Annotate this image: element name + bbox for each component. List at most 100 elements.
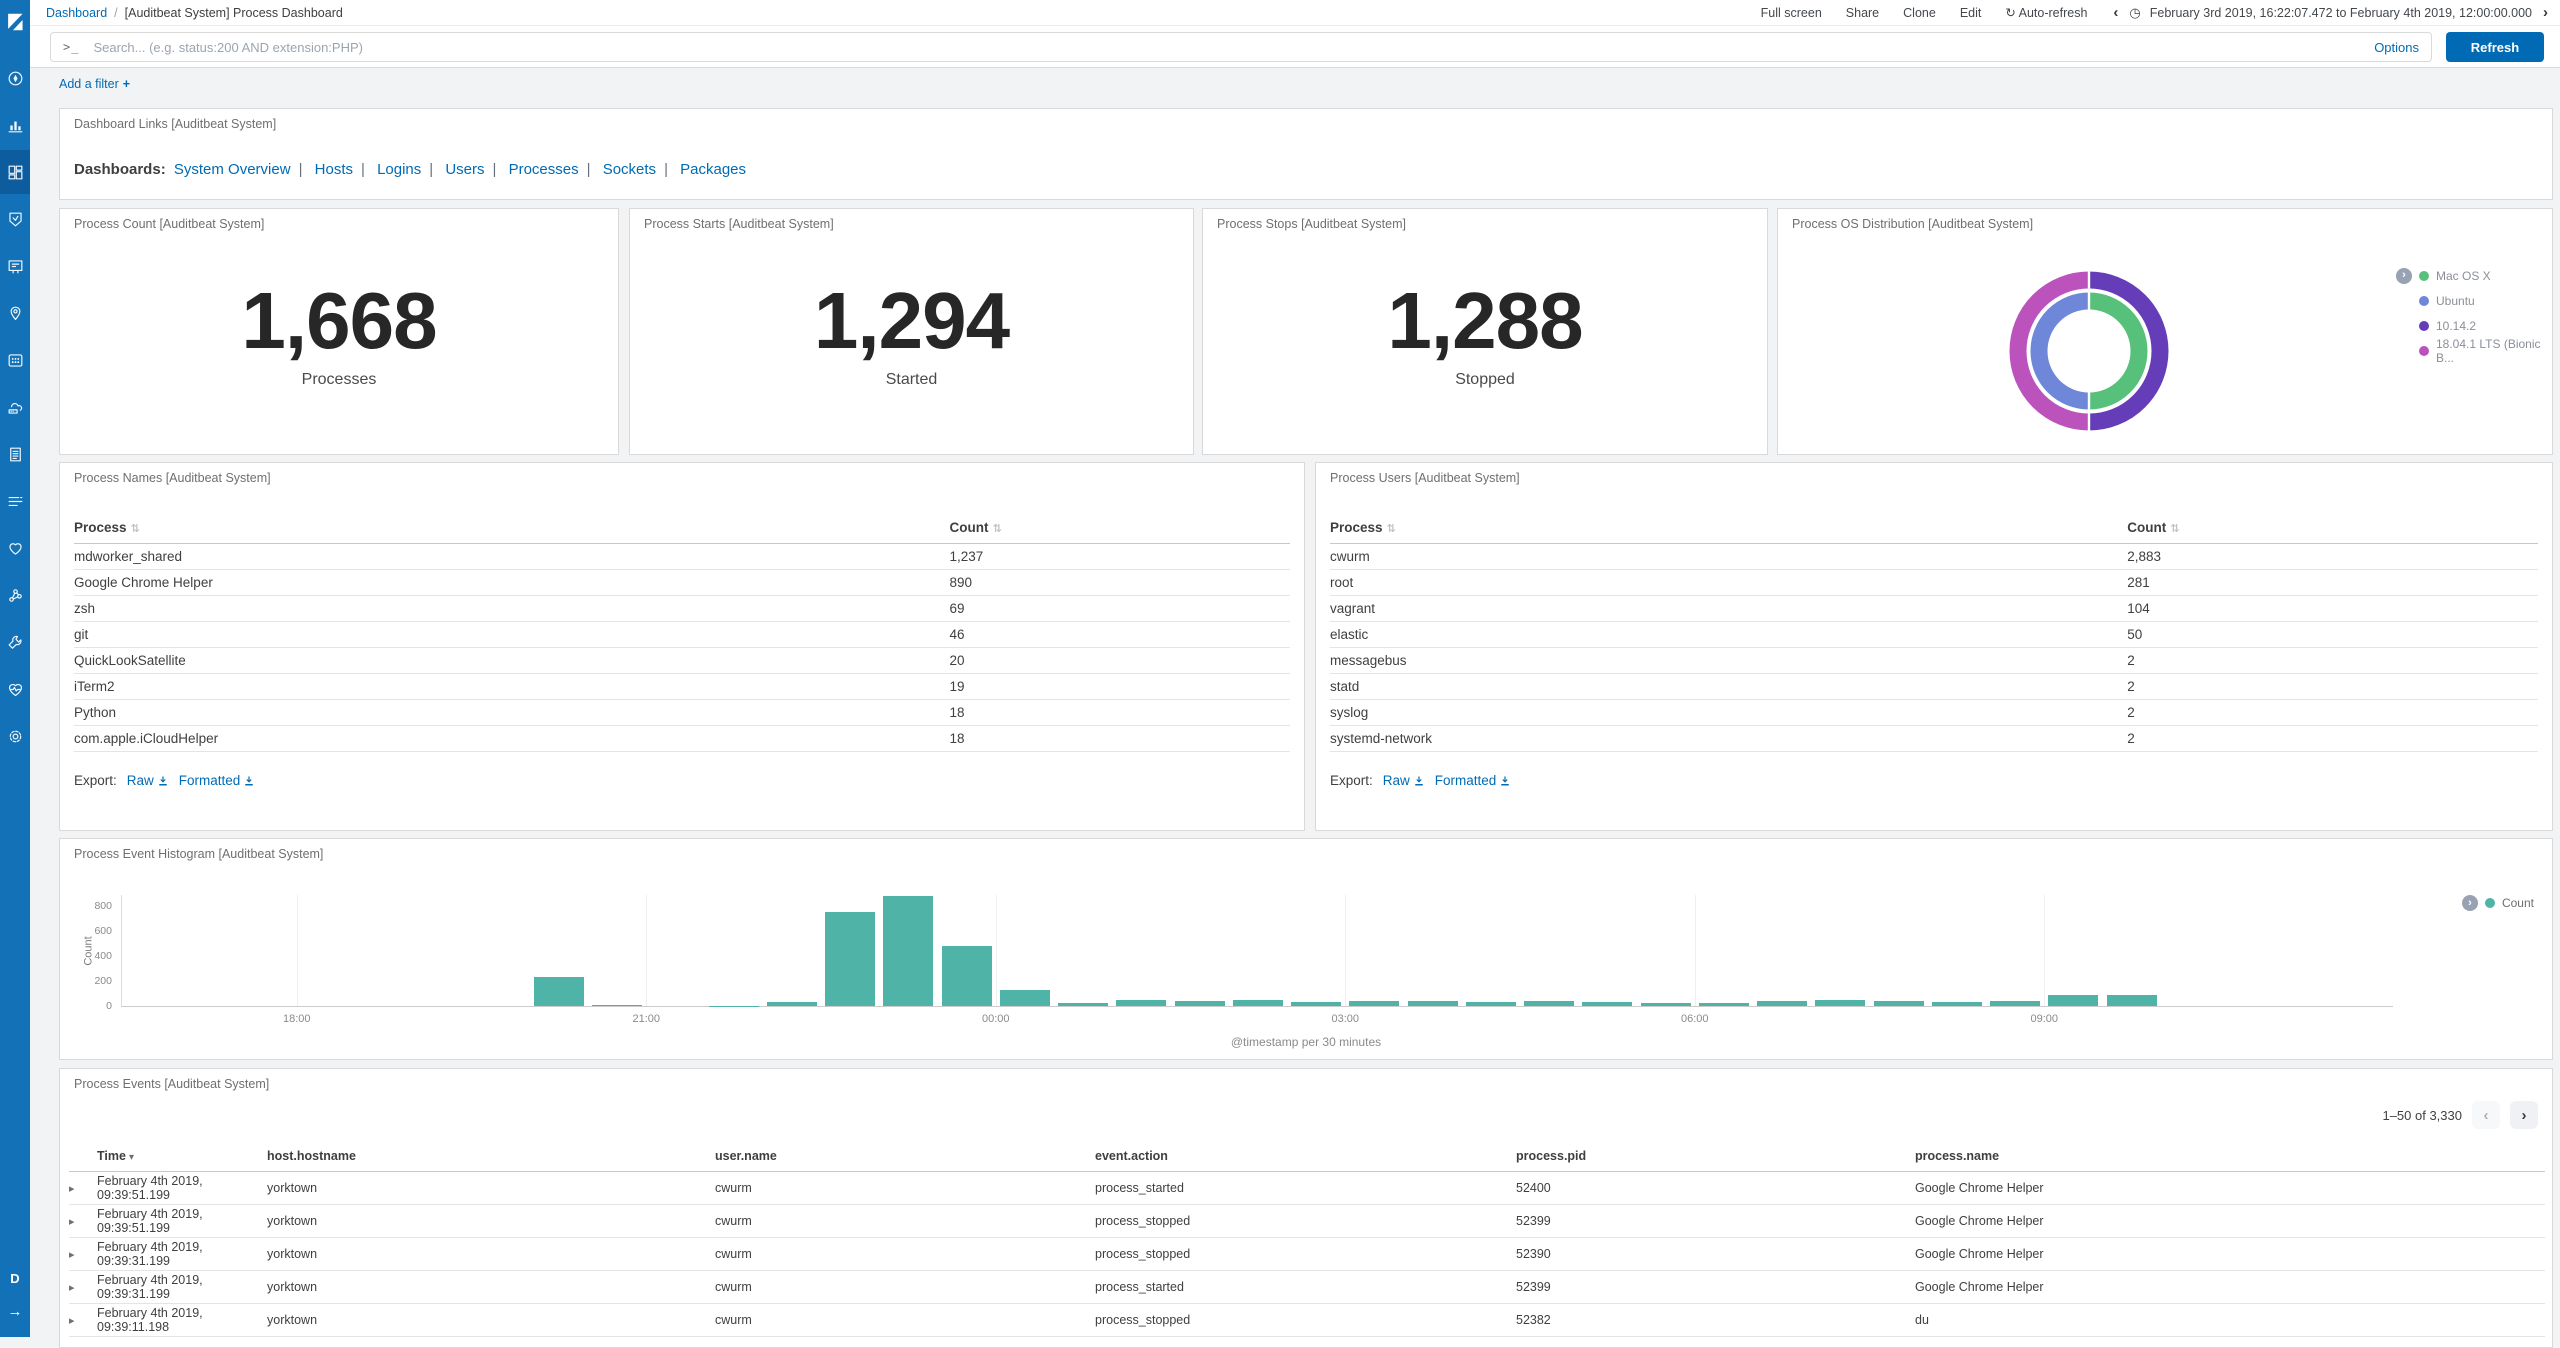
histogram-bar[interactable] (999, 990, 1050, 1006)
histogram-plot[interactable]: Count 18:00 21:00 00:00 03:00 06:00 09:00 0 200… (83, 895, 2393, 1025)
histogram-bar[interactable] (1931, 1002, 1982, 1006)
x-gridline (995, 895, 997, 1006)
column-header-username[interactable]: user.name (715, 1141, 1095, 1172)
legend-item[interactable]: Count (2502, 896, 2534, 910)
time-next-icon[interactable]: › (2541, 4, 2550, 21)
search-input[interactable] (93, 39, 2363, 55)
column-header-count[interactable]: Count ⇅ (2127, 513, 2538, 544)
link-packages[interactable]: Packages (680, 161, 746, 178)
link-users[interactable]: Users (445, 161, 484, 178)
histogram-bar[interactable] (1465, 1001, 1516, 1006)
histogram-bar[interactable] (1291, 1001, 1341, 1006)
histogram-bar[interactable] (2048, 994, 2099, 1006)
sidebar-item-monitoring[interactable] (0, 667, 30, 711)
link-hosts[interactable]: Hosts (315, 161, 353, 178)
legend-item[interactable]: 10.14.2 (2436, 319, 2476, 333)
refresh-button[interactable]: Refresh (2446, 32, 2544, 62)
histogram-bar[interactable] (533, 977, 584, 1006)
page-prev-button[interactable]: ‹ (2472, 1101, 2500, 1129)
histogram-bar[interactable] (1698, 1002, 1749, 1006)
histogram-bar[interactable] (708, 1005, 759, 1006)
row-expand-icon[interactable]: ▸ (69, 1216, 75, 1228)
histogram-bar[interactable] (941, 946, 992, 1006)
link-sockets[interactable]: Sockets (603, 161, 656, 178)
sidebar-item-graph[interactable] (0, 573, 30, 617)
legend-toggle-icon[interactable]: › (2396, 267, 2412, 284)
sidebar-item-apm[interactable] (0, 479, 30, 523)
sidebar-item-visualize[interactable] (0, 103, 30, 147)
column-header-count[interactable]: Count ⇅ (949, 513, 1290, 544)
bar-chart-icon (8, 121, 22, 132)
export-formatted-link[interactable]: Formatted (179, 773, 256, 788)
sidebar-item-dev-tools[interactable] (0, 620, 30, 664)
sidebar-item-uptime[interactable] (0, 526, 30, 570)
histogram-bar[interactable] (1524, 1001, 1574, 1006)
sidebar-item-canvas[interactable] (0, 244, 30, 288)
sidebar-item-infrastructure[interactable] (0, 385, 30, 429)
row-expand-icon[interactable]: ▸ (69, 1315, 75, 1327)
histogram-bar[interactable] (1058, 1002, 1108, 1006)
share-button[interactable]: Share (1846, 6, 1879, 20)
column-header-hostname[interactable]: host.hostname (267, 1141, 715, 1172)
column-header-event-action[interactable]: event.action (1095, 1141, 1516, 1172)
histogram-bar[interactable] (1873, 1000, 1924, 1006)
link-processes[interactable]: Processes (509, 161, 579, 178)
export-formatted-link[interactable]: Formatted (1435, 773, 1512, 788)
sidebar-item-dashboard[interactable] (0, 150, 30, 194)
sidebar-expand-icon[interactable]: → (0, 1303, 30, 1320)
clone-button[interactable]: Clone (1903, 6, 1936, 20)
page-next-button[interactable]: › (2510, 1101, 2538, 1129)
legend-item[interactable]: 18.04.1 LTS (Bionic B... (2436, 337, 2552, 365)
full-screen-button[interactable]: Full screen (1761, 6, 1822, 20)
query-options-link[interactable]: Options (2374, 40, 2419, 55)
histogram-bar[interactable] (883, 896, 934, 1006)
sidebar-item-maps[interactable] (0, 291, 30, 335)
histogram-bar[interactable] (825, 911, 875, 1006)
histogram-bar[interactable] (1990, 1001, 2040, 1006)
column-header-time[interactable]: Time ▾ (97, 1141, 267, 1172)
kibana-logo-icon[interactable] (0, 4, 30, 40)
column-header-process-name[interactable]: process.name (1915, 1141, 2545, 1172)
row-expand-icon[interactable]: ▸ (69, 1282, 75, 1294)
histogram-bar[interactable] (1407, 1000, 1458, 1006)
auto-refresh-button[interactable]: ↻ Auto-refresh (2005, 5, 2087, 20)
link-system-overview[interactable]: System Overview (174, 161, 291, 178)
y-tick-label: 200 (94, 975, 112, 987)
os-donut-chart[interactable] (2004, 266, 2174, 436)
legend-toggle-icon[interactable]: › (2461, 895, 2478, 911)
histogram-bar[interactable] (2106, 995, 2157, 1006)
time-range-button[interactable]: February 3rd 2019, 16:22:07.472 to Febru… (2150, 6, 2532, 20)
sidebar-item-machine-learning[interactable] (0, 338, 30, 382)
histogram-bar[interactable] (592, 1004, 642, 1006)
legend-item[interactable]: Ubuntu (2436, 294, 2475, 308)
column-header-process-pid[interactable]: process.pid (1516, 1141, 1915, 1172)
histogram-bar[interactable] (1757, 1001, 1807, 1006)
add-filter-link[interactable]: Add a filter + (59, 77, 130, 91)
table-row: syslog 2 (1330, 699, 2538, 726)
histogram-bar[interactable] (1640, 1002, 1691, 1006)
sidebar-item-management[interactable] (0, 714, 30, 758)
histogram-bar[interactable] (1349, 1001, 1400, 1006)
histogram-bar[interactable] (1116, 1000, 1167, 1006)
histogram-bar[interactable] (1174, 1001, 1225, 1006)
column-header-process[interactable]: Process ⇅ (74, 513, 950, 544)
edit-button[interactable]: Edit (1960, 6, 1982, 20)
sidebar-item-discover[interactable] (0, 56, 30, 100)
histogram-bar[interactable] (1232, 999, 1283, 1006)
histogram-bar[interactable] (1815, 1000, 1866, 1006)
export-raw-link[interactable]: Raw (127, 773, 169, 788)
row-expand-icon[interactable]: ▸ (69, 1183, 75, 1195)
sidebar-item-timelion[interactable] (0, 197, 30, 241)
time-prev-icon[interactable]: ‹ (2111, 4, 2120, 21)
sidebar-item-logs[interactable] (0, 432, 30, 476)
link-logins[interactable]: Logins (377, 161, 421, 178)
legend-item[interactable]: Mac OS X (2436, 269, 2491, 283)
histogram-bar[interactable] (766, 1002, 817, 1006)
breadcrumb-dashboard-link[interactable]: Dashboard (46, 6, 107, 20)
row-expand-icon[interactable]: ▸ (69, 1249, 75, 1261)
panel-title: Process OS Distribution [Auditbeat Syste… (1792, 217, 2034, 231)
histogram-bar[interactable] (1582, 1002, 1633, 1006)
column-header-process[interactable]: Process ⇅ (1330, 513, 2128, 544)
space-badge[interactable]: D (3, 1266, 27, 1290)
export-raw-link[interactable]: Raw (1383, 773, 1425, 788)
